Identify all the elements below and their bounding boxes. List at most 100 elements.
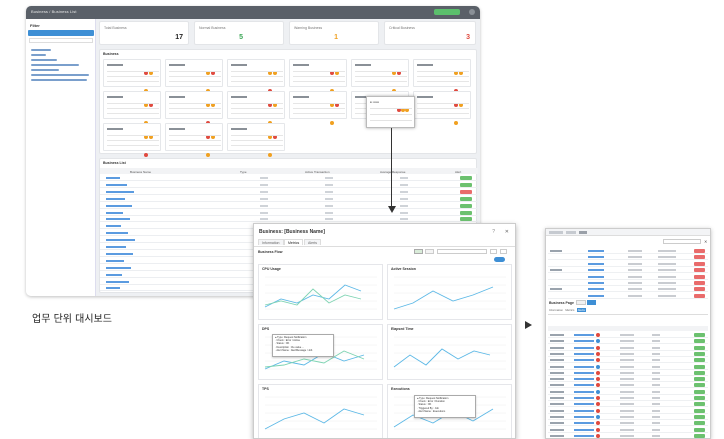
row-link[interactable]	[574, 371, 594, 374]
date-range-input[interactable]	[437, 249, 487, 254]
detail-badge-active[interactable]	[587, 300, 596, 305]
sidebar-item[interactable]	[31, 49, 51, 51]
business-mini-card[interactable]	[413, 91, 471, 125]
detail-tab[interactable]	[579, 231, 587, 234]
business-mini-card[interactable]	[165, 91, 223, 125]
row-link[interactable]	[574, 397, 594, 399]
table-row[interactable]	[100, 189, 478, 195]
detail-link[interactable]	[588, 269, 604, 272]
close-icon[interactable]: ✕	[505, 229, 509, 235]
detail-row[interactable]	[548, 364, 708, 370]
range-button[interactable]	[425, 249, 434, 254]
business-mini-card[interactable]	[413, 59, 471, 93]
summary-card-normal[interactable]: Normal Business 5	[194, 21, 284, 45]
row-link[interactable]	[574, 352, 594, 355]
summary-card-critical[interactable]: Critical Business 3	[384, 21, 476, 45]
detail-link[interactable]	[588, 288, 604, 291]
detail-row[interactable]	[548, 408, 708, 414]
detail-row[interactable]	[548, 332, 708, 338]
row-link[interactable]	[574, 409, 594, 412]
detail-row[interactable]	[548, 427, 708, 433]
sidebar-item[interactable]	[31, 54, 46, 56]
detail-row[interactable]	[548, 414, 708, 420]
row-business-link[interactable]	[106, 211, 123, 214]
detail-top-row[interactable]	[548, 254, 708, 261]
detail-link[interactable]	[588, 294, 604, 297]
detail-row[interactable]	[548, 345, 708, 351]
sidebar-search-input[interactable]	[29, 38, 93, 43]
row-business-link[interactable]	[106, 225, 121, 228]
table-row[interactable]	[100, 196, 478, 202]
sidebar-item[interactable]	[31, 59, 57, 61]
row-business-link[interactable]	[106, 190, 134, 193]
row-link[interactable]	[574, 378, 594, 381]
detail-row[interactable]	[548, 401, 708, 408]
row-link[interactable]	[574, 428, 594, 431]
detail-link[interactable]	[588, 256, 604, 259]
time-select[interactable]	[490, 249, 497, 254]
auto-refresh-toggle[interactable]	[494, 257, 505, 262]
row-business-link[interactable]	[106, 239, 135, 242]
row-link[interactable]	[574, 340, 594, 343]
business-mini-card[interactable]	[227, 91, 285, 125]
row-business-link[interactable]	[106, 197, 125, 200]
row-link[interactable]	[574, 415, 594, 418]
detail-link[interactable]	[588, 275, 604, 278]
close-icon[interactable]: ✕	[704, 239, 707, 244]
row-business-link[interactable]	[106, 280, 129, 283]
help-icon[interactable]: ?	[492, 229, 495, 235]
detail-tab[interactable]	[549, 231, 563, 234]
table-row[interactable]	[100, 216, 478, 223]
row-business-link[interactable]	[106, 287, 120, 290]
detail-top-row[interactable]	[548, 280, 708, 286]
detail-filter[interactable]	[663, 239, 701, 244]
business-mini-card[interactable]	[289, 91, 347, 125]
row-link[interactable]	[574, 422, 594, 425]
row-business-link[interactable]	[106, 266, 131, 269]
row-business-link[interactable]	[106, 183, 127, 186]
detail-row[interactable]	[548, 338, 708, 345]
summary-card-warning[interactable]: Warning Business 1	[289, 21, 379, 45]
detail-top-row[interactable]	[548, 267, 708, 274]
row-business-link[interactable]	[106, 273, 122, 276]
row-link[interactable]	[574, 359, 594, 362]
detail-link[interactable]	[588, 282, 604, 284]
row-link[interactable]	[574, 434, 594, 437]
row-business-link[interactable]	[106, 246, 126, 248]
sidebar-item[interactable]	[31, 69, 59, 71]
detail-row[interactable]	[548, 357, 708, 364]
sidebar-item[interactable]	[31, 79, 87, 81]
table-row[interactable]	[100, 182, 478, 188]
sidebar-item[interactable]	[31, 64, 79, 66]
tab-alerts[interactable]: Alerts	[304, 239, 321, 245]
business-mini-card[interactable]	[103, 123, 161, 157]
detail-row[interactable]	[548, 389, 708, 395]
row-link[interactable]	[574, 365, 594, 368]
row-link[interactable]	[574, 334, 594, 336]
sidebar-selected-item[interactable]	[28, 30, 94, 36]
business-mini-card[interactable]	[227, 59, 285, 93]
row-business-link[interactable]	[106, 259, 124, 262]
table-row[interactable]	[100, 203, 478, 209]
row-business-link[interactable]	[106, 218, 130, 221]
detail-tab-alerts[interactable]: Alerts	[576, 308, 586, 312]
detail-tab-metrics[interactable]: Metrics	[565, 308, 574, 312]
row-business-link[interactable]	[106, 204, 132, 207]
business-mini-card[interactable]	[103, 91, 161, 125]
row-business-link[interactable]	[106, 232, 128, 235]
range-button[interactable]	[414, 249, 423, 254]
detail-top-row[interactable]	[548, 248, 708, 254]
table-row[interactable]	[100, 175, 478, 181]
business-mini-card[interactable]	[165, 123, 223, 157]
tab-metrics[interactable]: Metrics	[284, 239, 304, 245]
table-row[interactable]	[100, 210, 478, 216]
detail-tab-information[interactable]: Information	[549, 308, 563, 312]
row-business-link[interactable]	[106, 252, 133, 255]
detail-top-row[interactable]	[548, 293, 708, 299]
row-link[interactable]	[574, 384, 594, 387]
business-mini-card[interactable]	[165, 59, 223, 93]
detail-row[interactable]	[548, 370, 708, 376]
row-business-link[interactable]	[106, 177, 120, 179]
detail-row[interactable]	[548, 395, 708, 401]
detail-row[interactable]	[548, 382, 708, 389]
